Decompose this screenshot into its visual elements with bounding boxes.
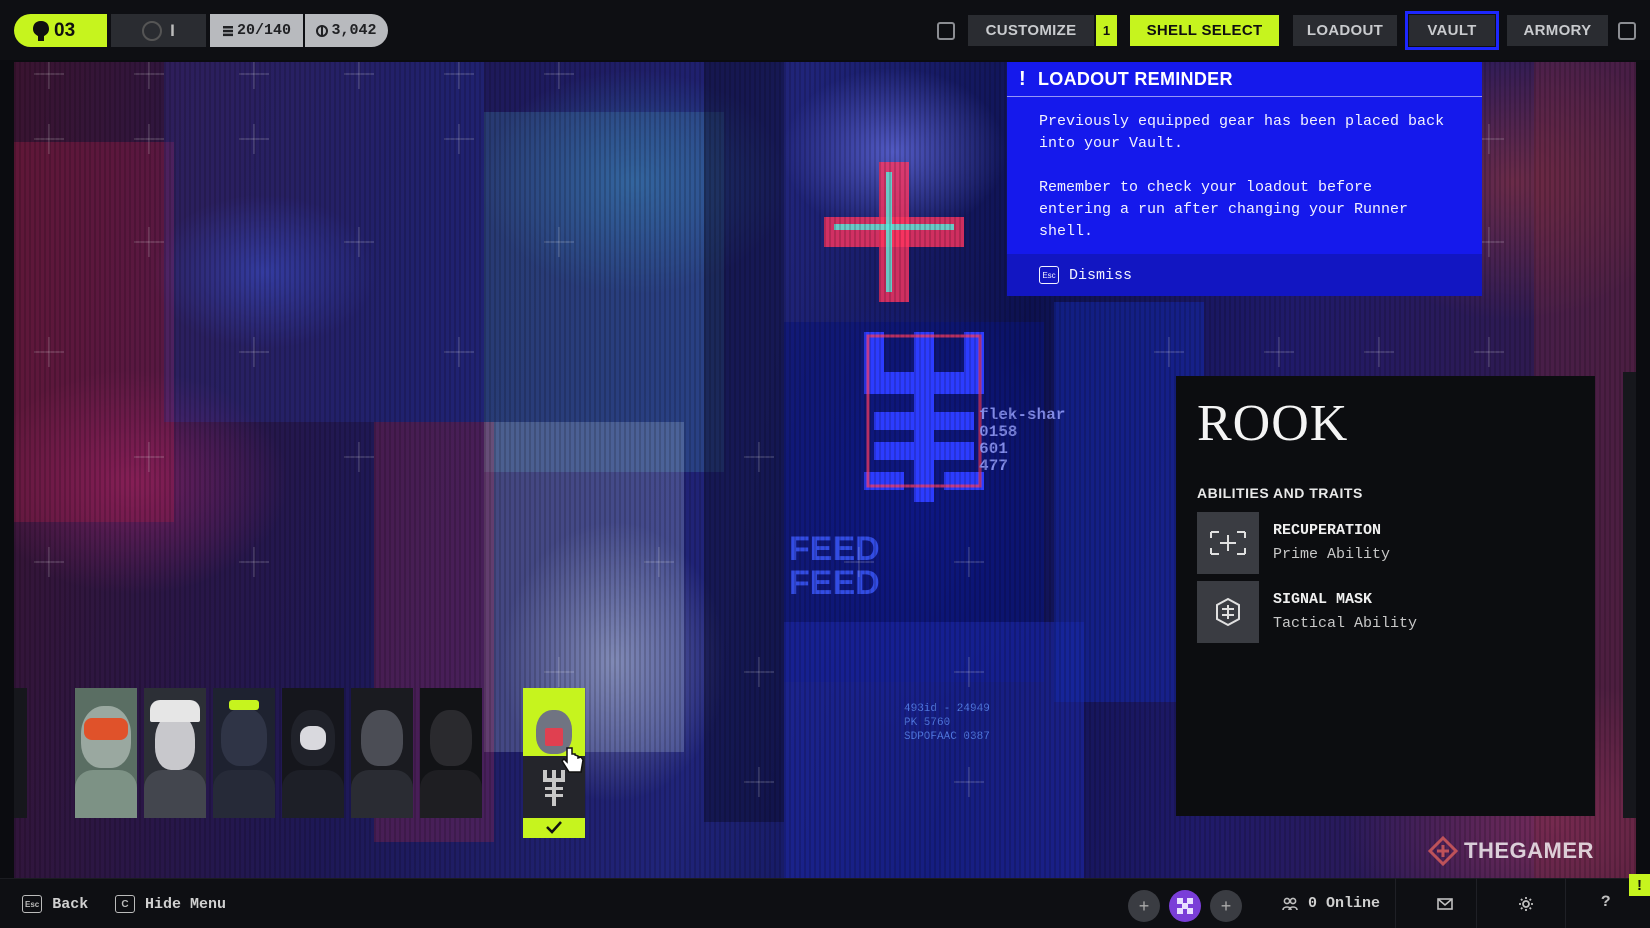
player-rank-value: I: [170, 20, 175, 40]
back-label: Back: [52, 895, 89, 913]
player-avatar[interactable]: [1169, 890, 1201, 922]
nav-right-key-icon[interactable]: [1618, 22, 1636, 40]
cursor-hand-icon: [561, 747, 584, 773]
currency-balance[interactable]: 3,042: [305, 14, 388, 47]
shell-card[interactable]: [351, 688, 413, 818]
divider: [1565, 878, 1566, 928]
crown-graphic: [150, 700, 200, 722]
divider: [1395, 878, 1396, 928]
hide-menu-button[interactable]: C Hide Menu: [115, 895, 226, 913]
shell-accent-graphic: [229, 700, 259, 710]
party-slot-add-left[interactable]: +: [1128, 890, 1160, 922]
customize-count-badge: 1: [1096, 15, 1117, 46]
ability-recuperation[interactable]: RECUPERATION Prime Ability: [1197, 512, 1557, 574]
ability-name: SIGNAL MASK: [1273, 591, 1373, 608]
dismiss-label: Dismiss: [1069, 266, 1133, 284]
reminder-text-2: Remember to check your loadout before en…: [1039, 179, 1409, 240]
abilities-section-title: ABILITIES AND TRAITS: [1197, 485, 1363, 501]
tab-customize[interactable]: CUSTOMIZE: [968, 15, 1094, 46]
tab-shell-select[interactable]: SHELL SELECT: [1130, 15, 1279, 46]
tab-loadout[interactable]: LOADOUT: [1293, 15, 1397, 46]
rook-emblem-mini-icon: [543, 770, 565, 806]
bottom-bar: Esc Back C Hide Menu + + 0 Online ?: [0, 878, 1650, 928]
online-count: 0 Online: [1308, 895, 1381, 912]
vault-stack-icon: [222, 25, 233, 36]
shell-portrait: [155, 714, 195, 770]
reminder-title: LOADOUT REMINDER: [1037, 68, 1233, 89]
hide-menu-label: Hide Menu: [145, 895, 227, 913]
info-panel-right-edge: [1623, 372, 1636, 818]
online-friends[interactable]: 0 Online: [1282, 895, 1380, 912]
player-rank[interactable]: I: [111, 14, 206, 47]
thegamer-watermark: THEGAMER: [1428, 836, 1594, 866]
shell-name: ROOK: [1197, 395, 1349, 452]
mask-graphic: [300, 726, 326, 750]
esc-key-icon: Esc: [1039, 266, 1059, 284]
shell-body-graphic: [213, 770, 275, 818]
player-level-value: 03: [54, 19, 76, 41]
reminder-header: ! LOADOUT REMINDER: [1007, 62, 1482, 97]
settings-gear-icon[interactable]: [1518, 896, 1534, 912]
shell-card[interactable]: [282, 688, 344, 818]
avatar-icon: [1177, 898, 1193, 914]
thegamer-logo-icon: [1428, 836, 1458, 866]
notification-alert-icon[interactable]: !: [1629, 874, 1650, 896]
dismiss-button[interactable]: Esc Dismiss: [1007, 254, 1482, 296]
shell-card[interactable]: [75, 688, 137, 818]
cross-visor-graphic: [545, 728, 563, 746]
mail-icon[interactable]: [1437, 898, 1453, 910]
shell-info-panel: ROOK ABILITIES AND TRAITS RECUPERATION P…: [1176, 376, 1595, 816]
shell-card[interactable]: [420, 688, 482, 818]
ability-name: RECUPERATION: [1273, 522, 1382, 539]
signal-mask-icon: [1197, 581, 1259, 643]
player-level[interactable]: 03: [14, 14, 107, 47]
nav-left-key-icon[interactable]: [937, 22, 955, 40]
shell-card[interactable]: [213, 688, 275, 818]
selected-check-icon: [546, 821, 562, 834]
party-slot-add-right[interactable]: +: [1210, 890, 1242, 922]
alert-icon: !: [1019, 67, 1026, 90]
visor-graphic: [84, 718, 128, 740]
reminder-body: Previously equipped gear has been placed…: [1007, 97, 1482, 243]
c-key-icon: C: [115, 895, 135, 913]
friends-icon: [1282, 897, 1298, 910]
plus-icon: +: [1138, 895, 1150, 916]
help-icon[interactable]: ?: [1601, 893, 1611, 911]
shell-portrait: [430, 710, 472, 766]
shell-portrait: [361, 710, 403, 766]
esc-key-icon: Esc: [22, 895, 43, 913]
shell-portrait: [221, 708, 267, 766]
recuperation-icon: [1197, 512, 1259, 574]
shell-list-left-edge: [14, 688, 27, 818]
shell-body-graphic: [75, 770, 137, 818]
vault-capacity-value: 20/140: [236, 22, 291, 39]
reminder-text-1: Previously equipped gear has been placed…: [1039, 113, 1445, 152]
ability-type: Tactical Ability: [1273, 615, 1418, 632]
shell-body-graphic: [420, 770, 482, 818]
shell-body-graphic: [282, 770, 344, 818]
currency-icon: [316, 24, 329, 37]
back-button[interactable]: Esc Back: [22, 895, 88, 913]
ability-signal-mask[interactable]: SIGNAL MASK Tactical Ability: [1197, 581, 1557, 643]
tab-armory[interactable]: ARMORY: [1507, 15, 1608, 46]
top-bar: 03 I 20/140 3,042 CUSTOMIZE 1 SHELL SELE…: [0, 0, 1650, 60]
vault-capacity[interactable]: 20/140: [210, 14, 303, 47]
ability-type: Prime Ability: [1273, 546, 1391, 563]
shell-body-graphic: [351, 770, 413, 818]
tab-vault[interactable]: VAULT: [1405, 11, 1499, 50]
divider: [1476, 878, 1477, 928]
shell-card[interactable]: [144, 688, 206, 818]
rank-emblem-icon: [142, 20, 163, 41]
loadout-reminder-dialog: ! LOADOUT REMINDER Previously equipped g…: [1007, 62, 1482, 296]
watermark-text: THEGAMER: [1464, 838, 1594, 863]
shell-card-rook-selected[interactable]: [523, 688, 585, 838]
shell-body-graphic: [144, 770, 206, 818]
plus-icon: +: [1220, 895, 1232, 916]
runner-head-icon: [33, 20, 49, 41]
currency-value: 3,042: [331, 22, 377, 39]
